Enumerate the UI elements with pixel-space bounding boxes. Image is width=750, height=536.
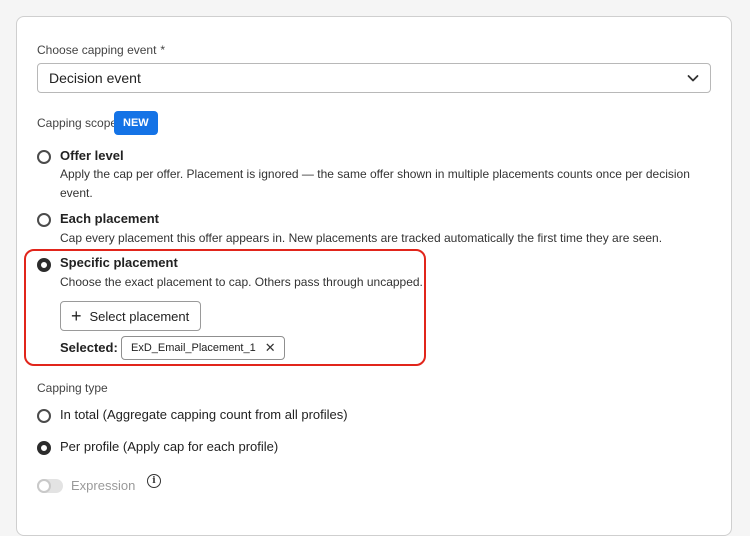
info-icon[interactable]: i [147, 474, 161, 488]
remove-tag-icon[interactable]: ✕ [265, 340, 276, 356]
capping-event-select[interactable]: Decision event [37, 63, 711, 93]
select-placement-label: Select placement [89, 308, 190, 324]
selected-label: Selected: [60, 340, 118, 355]
in-total-label: In total (Aggregate capping count from a… [60, 407, 348, 422]
per-profile-label: Per profile (Apply cap for each profile) [60, 439, 279, 454]
radio-each-placement[interactable] [37, 213, 51, 227]
each-placement-description: Cap every placement this offer appears i… [60, 231, 663, 245]
specific-placement-description: Choose the exact placement to cap. Other… [60, 275, 423, 289]
capping-type-label: Capping type [37, 381, 108, 395]
expression-label: Expression [71, 478, 136, 493]
radio-in-total[interactable] [37, 409, 51, 423]
chevron-down-icon [687, 75, 699, 82]
toggle-knob [37, 479, 51, 493]
radio-offer-level[interactable] [37, 150, 51, 164]
offer-level-description: Apply the cap per offer. Placement is ig… [60, 167, 690, 200]
capping-settings-card: Choose capping event * Decision event Cap… [16, 16, 732, 536]
radio-specific-placement[interactable] [37, 258, 51, 272]
capping-scope-label: Capping scope [37, 116, 118, 130]
capping-event-value: Decision event [49, 70, 141, 86]
each-placement-title: Each placement [60, 211, 159, 226]
specific-placement-title: Specific placement [60, 255, 178, 270]
required-marker: * [160, 43, 166, 57]
new-badge: NEW [114, 111, 158, 135]
plus-icon: + [71, 306, 82, 326]
capping-event-label-text: Choose capping event [37, 43, 157, 57]
offer-level-title: Offer level [60, 148, 124, 163]
expression-toggle[interactable] [37, 479, 63, 493]
capping-event-label: Choose capping event * [37, 43, 165, 57]
select-placement-button[interactable]: + Select placement [60, 301, 201, 331]
selected-placement-tag-text: ExD_Email_Placement_1 [131, 342, 256, 354]
selected-placement-tag: ExD_Email_Placement_1 ✕ [121, 336, 285, 360]
radio-per-profile[interactable] [37, 441, 51, 455]
